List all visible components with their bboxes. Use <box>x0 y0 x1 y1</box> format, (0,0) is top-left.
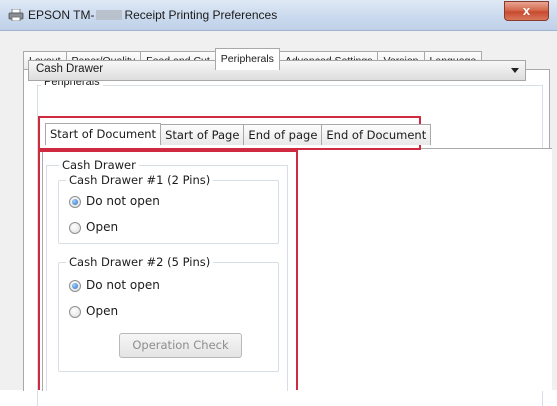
timing-tabs-highlight: Start of Document Start of Page End of p… <box>38 116 432 150</box>
tab-end-of-document[interactable]: End of Document <box>321 124 432 145</box>
close-icon: x <box>522 3 531 18</box>
chevron-down-icon <box>511 68 519 73</box>
tab-start-of-document[interactable]: Start of Document <box>45 123 162 145</box>
drawer2-do-not-open-radio[interactable] <box>69 280 81 292</box>
window-title-prefix: EPSON TM- <box>28 8 95 22</box>
window-title: EPSON TM- Receipt Printing Preferences <box>28 8 277 22</box>
redacted-model <box>96 10 123 20</box>
drawer2-open-radio[interactable] <box>69 306 81 318</box>
drawer2-legend: Cash Drawer #2 (5 Pins) <box>66 255 214 269</box>
drawer2-do-not-open-label: Do not open <box>86 278 160 292</box>
drawer1-do-not-open-label: Do not open <box>86 194 160 208</box>
tab-peripherals[interactable]: Peripherals <box>214 48 280 70</box>
tab-end-of-page[interactable]: End of page <box>243 124 323 145</box>
operation-check-button[interactable]: Operation Check <box>119 333 242 358</box>
printer-icon <box>8 9 24 21</box>
close-button[interactable]: x <box>504 1 549 21</box>
cash-drawer-legend: Cash Drawer <box>59 158 139 172</box>
drawer1-open-label: Open <box>86 220 119 234</box>
title-bar: EPSON TM- Receipt Printing Preferences x <box>0 0 557 31</box>
drawer2-open-label: Open <box>86 304 119 318</box>
tab-start-of-page[interactable]: Start of Page <box>160 124 245 145</box>
drawer1-group <box>58 180 279 244</box>
drawer1-legend: Cash Drawer #1 (2 Pins) <box>66 173 214 187</box>
drawer1-open-radio[interactable] <box>69 222 81 234</box>
window-title-suffix: Receipt Printing Preferences <box>124 8 278 22</box>
drawer1-do-not-open-radio[interactable] <box>69 196 81 208</box>
device-select-value: Cash Drawer <box>36 63 104 75</box>
timing-tab-strip: Start of Document Start of Page End of p… <box>45 123 432 145</box>
